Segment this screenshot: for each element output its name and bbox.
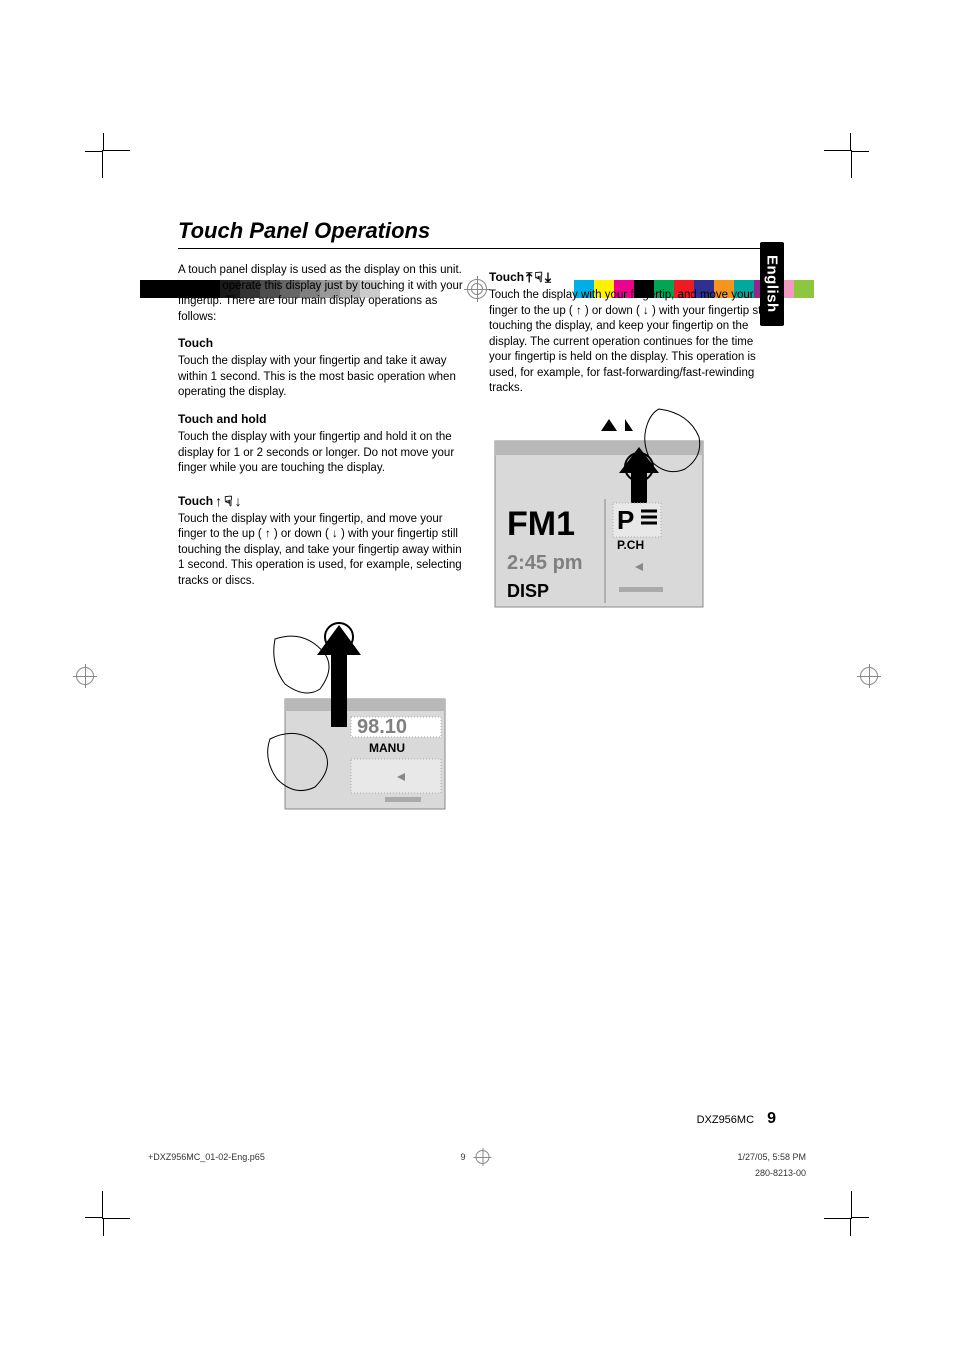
touch-swipe-hold-body: Touch the display with your fingertip, a… bbox=[489, 288, 776, 397]
touch-hand-icon: ☟ bbox=[534, 270, 543, 284]
page-title: Touch Panel Operations bbox=[178, 218, 776, 249]
doc-code: 280-8213-00 bbox=[755, 1168, 806, 1178]
print-datetime: 1/27/05, 5:58 PM bbox=[737, 1152, 806, 1162]
crop-mark-icon bbox=[102, 150, 130, 178]
print-registration-top bbox=[0, 132, 954, 182]
touch-swipe-body: Touch the display with your fingertip, a… bbox=[178, 512, 465, 590]
p-text: P bbox=[617, 505, 634, 535]
sheet-page: 9 bbox=[460, 1152, 465, 1162]
touch-hand-icon: ☟ bbox=[224, 494, 233, 508]
manu-text: MANU bbox=[369, 741, 405, 755]
page-content: Touch Panel Operations A touch panel dis… bbox=[178, 218, 776, 839]
swipe-up-hold-icon: ⤒ bbox=[526, 270, 532, 284]
illustration-swipe: 98.10 MANU bbox=[265, 599, 465, 839]
swipe-down-icon: ↓ bbox=[235, 494, 242, 508]
source-file: +DXZ956MC_01-02-Eng.p65 bbox=[148, 1152, 265, 1162]
touch-body: Touch the display with your fingertip an… bbox=[178, 354, 465, 401]
touch-hold-heading: Touch and hold bbox=[178, 411, 465, 427]
column-left: A touch panel display is used as the dis… bbox=[178, 263, 465, 839]
touch-hold-body: Touch the display with your fingertip an… bbox=[178, 430, 465, 477]
column-right: Touch ⤒ ☟ ⤓ Touch the display with your … bbox=[489, 263, 776, 839]
touch-heading: Touch bbox=[178, 335, 465, 351]
print-footer: +DXZ956MC_01-02-Eng.p65 9 1/27/05, 5:58 … bbox=[148, 1152, 806, 1162]
registration-target-icon bbox=[860, 667, 878, 685]
registration-target-icon bbox=[476, 1150, 490, 1164]
footer-model-page: DXZ956MC 9 bbox=[697, 1110, 776, 1128]
touch-swipe-heading: Touch ↑ ☟ ↓ bbox=[178, 493, 242, 509]
model-label: DXZ956MC bbox=[697, 1114, 754, 1126]
crop-mark-icon bbox=[102, 1191, 130, 1219]
disp-text: DISP bbox=[507, 581, 549, 601]
band-text: FM1 bbox=[507, 505, 575, 543]
registration-target-icon bbox=[76, 667, 94, 685]
touch-swipe-hold-heading: Touch ⤒ ☟ ⤓ bbox=[489, 269, 551, 285]
illustration-swipe-hold: FM1 P P.CH 2:45 pm DISP bbox=[489, 407, 709, 627]
intro-paragraph: A touch panel display is used as the dis… bbox=[178, 263, 465, 325]
time-text: 2:45 pm bbox=[507, 552, 583, 574]
crop-mark-icon bbox=[824, 1191, 852, 1219]
page-number: 9 bbox=[767, 1110, 776, 1127]
pch-text: P.CH bbox=[617, 538, 644, 552]
swipe-up-icon: ↑ bbox=[215, 494, 222, 508]
crop-mark-icon bbox=[824, 150, 852, 178]
swipe-down-hold-icon: ⤓ bbox=[545, 270, 551, 284]
freq-text: 98.10 bbox=[357, 716, 407, 738]
